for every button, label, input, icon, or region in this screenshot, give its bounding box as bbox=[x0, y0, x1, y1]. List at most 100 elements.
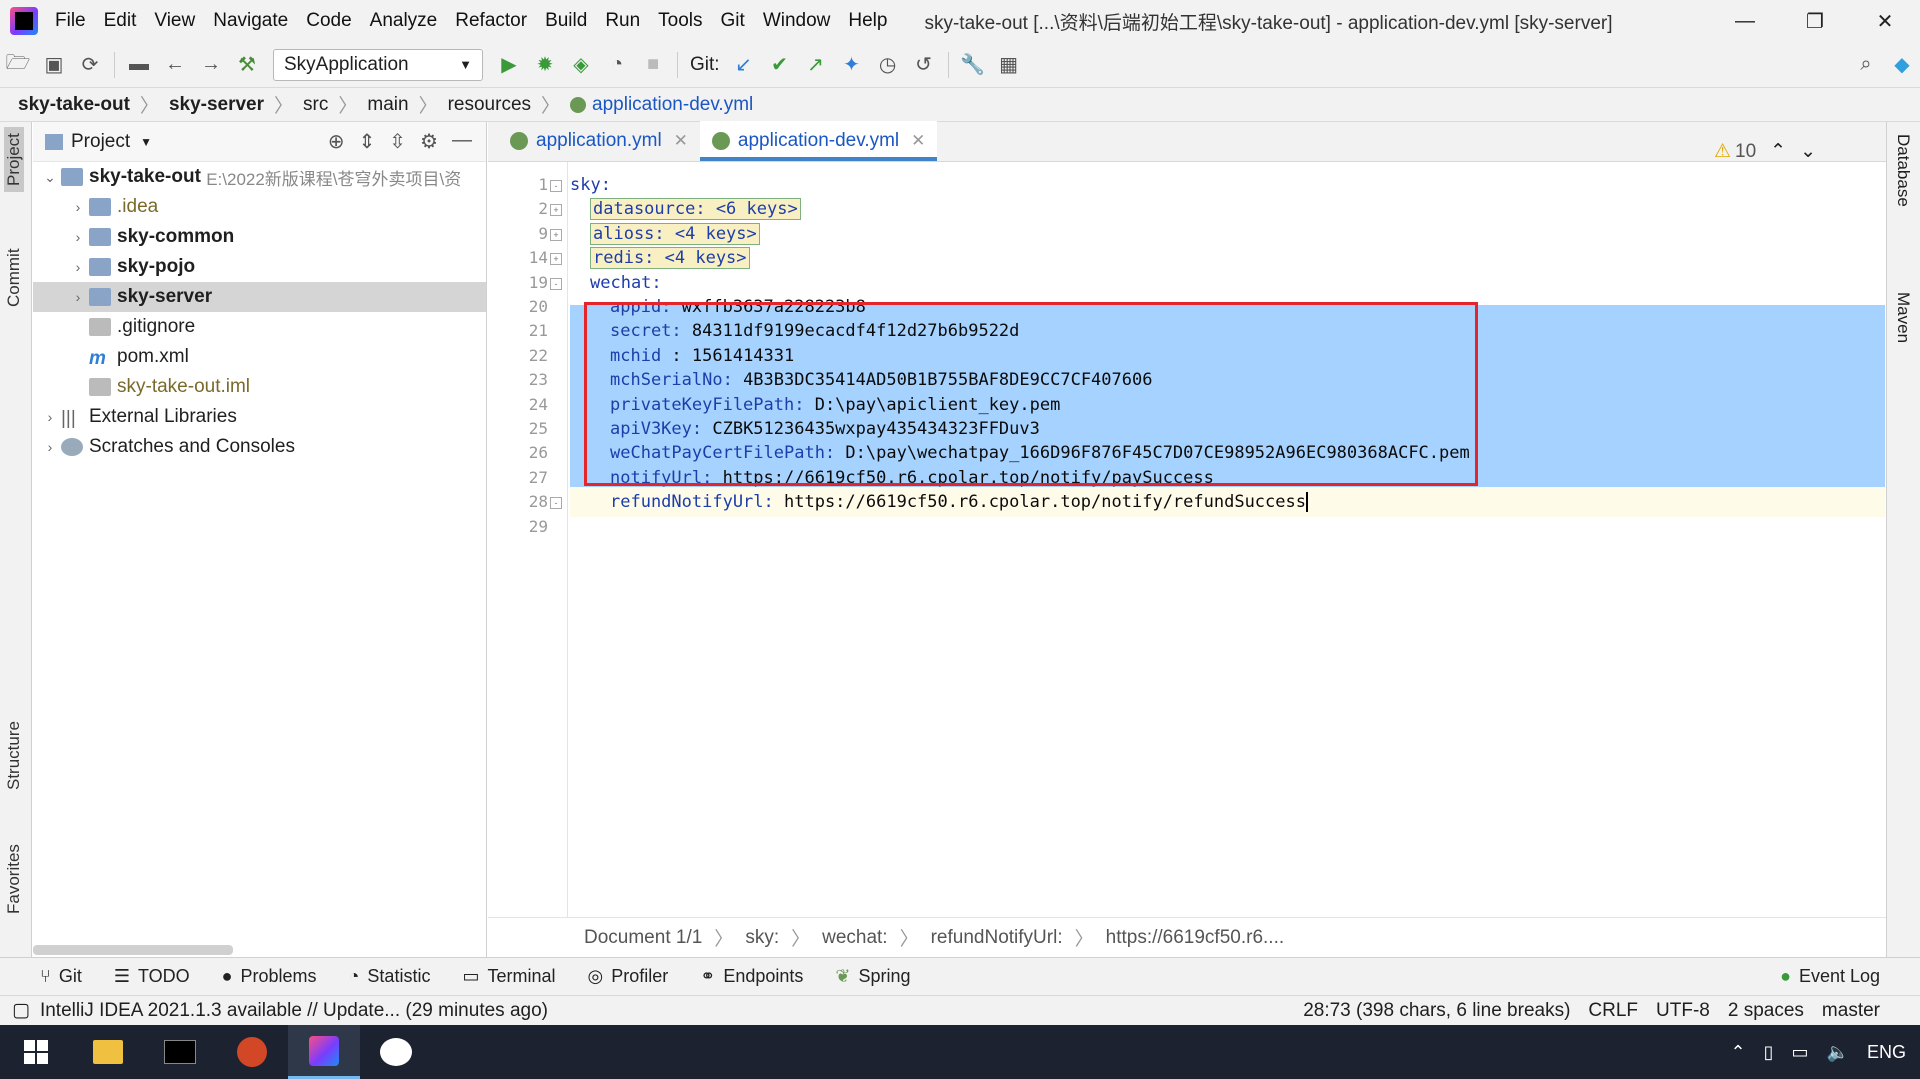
terminal-tool-button[interactable]: ▭ Terminal bbox=[462, 966, 555, 987]
tree-node-pom[interactable]: m pom.xml bbox=[33, 342, 486, 372]
tree-node-gitignore[interactable]: .gitignore bbox=[33, 312, 486, 342]
indent-setting[interactable]: 2 spaces bbox=[1728, 1000, 1804, 1022]
spring-tool-button[interactable]: ❦ Spring bbox=[835, 966, 910, 987]
endpoints-tool-button[interactable]: ⚭ Endpoints bbox=[700, 966, 803, 987]
chevron-right-icon[interactable]: › bbox=[67, 199, 89, 215]
menu-help[interactable]: Help bbox=[848, 10, 887, 32]
fold-icon[interactable]: + bbox=[550, 204, 562, 217]
structure-tool-tab[interactable]: Structure bbox=[4, 721, 24, 790]
powerpoint-icon[interactable] bbox=[216, 1025, 288, 1079]
git-branch[interactable]: master bbox=[1822, 1000, 1880, 1022]
fold-icon[interactable]: + bbox=[550, 228, 562, 241]
build-hammer-icon[interactable]: ⚒ bbox=[229, 47, 265, 83]
run-configuration-select[interactable]: SkyApplication ▼ bbox=[273, 48, 483, 81]
sync-icon[interactable]: ⟳ bbox=[72, 47, 108, 83]
file-explorer-icon[interactable] bbox=[72, 1025, 144, 1079]
menu-tools[interactable]: Tools bbox=[658, 10, 702, 32]
git-update-icon[interactable]: ↙ bbox=[726, 47, 762, 83]
chevron-right-icon[interactable]: › bbox=[67, 229, 89, 245]
git-tool-button[interactable]: ⑂ Git bbox=[40, 966, 82, 987]
fold-icon[interactable]: - bbox=[550, 277, 562, 290]
volume-icon[interactable]: 🔈 bbox=[1827, 1042, 1849, 1063]
menu-analyze[interactable]: Analyze bbox=[370, 10, 438, 32]
save-icon[interactable]: ▣ bbox=[36, 47, 72, 83]
event-log-button[interactable]: ● Event Log bbox=[1780, 966, 1880, 987]
hide-icon[interactable]: — bbox=[452, 129, 472, 154]
chevron-right-icon[interactable]: › bbox=[67, 259, 89, 275]
breadcrumb-item[interactable]: sky-take-out bbox=[18, 94, 130, 116]
menu-navigate[interactable]: Navigate bbox=[213, 10, 288, 32]
breadcrumb-item[interactable]: resources bbox=[448, 94, 531, 116]
fold-icon[interactable]: + bbox=[550, 253, 562, 266]
crumb-item[interactable]: sky: bbox=[745, 927, 779, 949]
restore-icon[interactable]: ❐ bbox=[1780, 0, 1850, 42]
close-icon[interactable]: ✕ bbox=[911, 131, 925, 151]
wechat-icon[interactable] bbox=[360, 1025, 432, 1079]
back-icon[interactable]: ← bbox=[157, 47, 193, 83]
horizontal-scrollbar[interactable] bbox=[33, 945, 233, 955]
menu-view[interactable]: View bbox=[154, 10, 195, 32]
code-line[interactable]: refundNotifyUrl: https://6619cf50.r6.cpo… bbox=[610, 487, 1308, 517]
forward-icon[interactable]: → bbox=[193, 47, 229, 83]
tree-node-scratches[interactable]: › Scratches and Consoles bbox=[33, 432, 486, 462]
tab-application-dev-yml[interactable]: application-dev.yml ✕ bbox=[699, 121, 938, 161]
folder-icon[interactable]: ▬ bbox=[121, 47, 157, 83]
crumb-item[interactable]: refundNotifyUrl: bbox=[931, 927, 1063, 949]
favorites-tool-tab[interactable]: Favorites bbox=[4, 844, 24, 914]
chevron-right-icon[interactable]: › bbox=[39, 439, 61, 455]
code-area[interactable]: sky: datasource: <6 keys> alioss: <4 keys>… bbox=[570, 162, 1885, 917]
chevron-right-icon[interactable]: › bbox=[67, 289, 89, 305]
inspection-widget[interactable]: ⚠ 10 ⌃ ⌄ bbox=[1714, 140, 1816, 163]
run-icon[interactable]: ▶ bbox=[491, 47, 527, 83]
tree-node-external-libraries[interactable]: › ||| External Libraries bbox=[33, 402, 486, 432]
debug-icon[interactable]: ✹ bbox=[527, 47, 563, 83]
todo-tool-button[interactable]: ☰ TODO bbox=[114, 966, 190, 987]
chevron-up-icon[interactable]: ⌃ bbox=[1731, 1042, 1746, 1063]
git-merge-icon[interactable]: ✦ bbox=[834, 47, 870, 83]
intellij-taskbar-icon[interactable] bbox=[288, 1025, 360, 1079]
search-icon[interactable]: ⌕ bbox=[1848, 47, 1884, 83]
chevron-down-icon[interactable]: ⌄ bbox=[39, 169, 61, 186]
tree-node-sky-server[interactable]: › sky-server bbox=[33, 282, 486, 312]
gear-icon[interactable]: ⚙ bbox=[420, 129, 438, 154]
network-icon[interactable]: ▭ bbox=[1792, 1042, 1809, 1063]
document-indicator[interactable]: Document 1/1 bbox=[584, 927, 702, 949]
stop-icon[interactable]: ■ bbox=[635, 47, 671, 83]
tab-application-yml[interactable]: application.yml ✕ bbox=[498, 121, 700, 161]
expand-all-icon[interactable]: ⇕ bbox=[359, 129, 376, 154]
git-commit-icon[interactable]: ✔ bbox=[762, 47, 798, 83]
fold-icon[interactable]: - bbox=[550, 497, 562, 510]
maven-tool-tab[interactable]: Maven bbox=[1893, 292, 1913, 343]
tree-node-iml[interactable]: sky-take-out.iml bbox=[33, 372, 486, 402]
problems-tool-button[interactable]: ● Problems bbox=[222, 966, 317, 987]
breadcrumb-item[interactable]: sky-server bbox=[169, 94, 264, 116]
rollback-icon[interactable]: ↺ bbox=[906, 47, 942, 83]
profiler-tool-button[interactable]: ◎ Profiler bbox=[588, 966, 669, 987]
locate-icon[interactable]: ⊕ bbox=[328, 129, 345, 154]
menu-build[interactable]: Build bbox=[545, 10, 587, 32]
menu-file[interactable]: File bbox=[55, 10, 86, 32]
status-message[interactable]: IntelliJ IDEA 2021.1.3 available // Upda… bbox=[40, 1000, 548, 1022]
profile-icon[interactable]: ◔ bbox=[599, 47, 635, 83]
coverage-icon[interactable]: ◈ bbox=[563, 47, 599, 83]
notification-icon[interactable]: ▢ bbox=[12, 999, 30, 1022]
project-panel-title[interactable]: Project bbox=[71, 131, 130, 153]
close-icon[interactable]: ✕ bbox=[674, 131, 688, 151]
chevron-up-icon[interactable]: ⌃ bbox=[1770, 140, 1786, 163]
breadcrumb-item[interactable]: src bbox=[303, 94, 328, 116]
windows-start-icon[interactable] bbox=[0, 1025, 72, 1079]
menu-git[interactable]: Git bbox=[721, 10, 745, 32]
git-push-icon[interactable]: ↗ bbox=[798, 47, 834, 83]
database-tool-tab[interactable]: Database bbox=[1893, 134, 1913, 207]
breadcrumb-item[interactable]: main bbox=[367, 94, 408, 116]
tree-node-idea[interactable]: › .idea bbox=[33, 192, 486, 222]
breadcrumb-item[interactable]: application-dev.yml bbox=[592, 94, 753, 116]
line-separator[interactable]: CRLF bbox=[1588, 1000, 1638, 1022]
crumb-item[interactable]: wechat: bbox=[822, 927, 887, 949]
code-with-me-icon[interactable]: ◆ bbox=[1884, 47, 1920, 83]
minimize-icon[interactable]: — bbox=[1710, 0, 1780, 42]
close-icon[interactable]: ✕ bbox=[1850, 0, 1920, 42]
project-tool-tab[interactable]: Project bbox=[4, 127, 24, 192]
file-encoding[interactable]: UTF-8 bbox=[1656, 1000, 1710, 1022]
chevron-right-icon[interactable]: › bbox=[39, 409, 61, 425]
